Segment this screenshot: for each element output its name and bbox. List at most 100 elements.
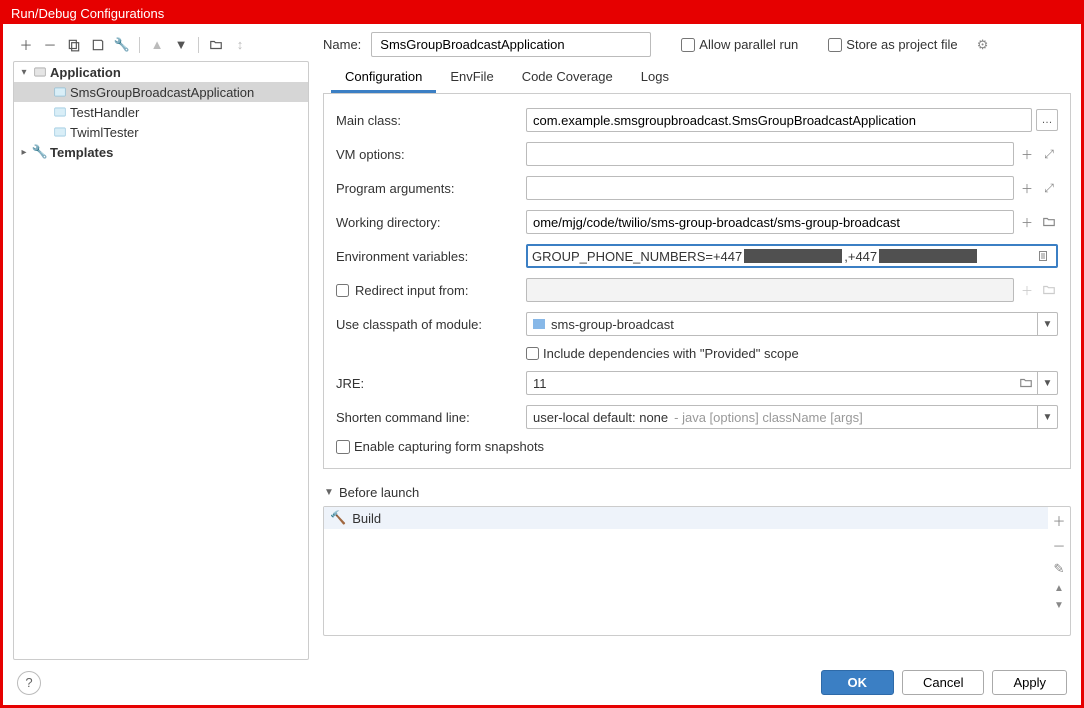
add-icon[interactable]: ＋ [1018, 145, 1036, 163]
vm-options-label: VM options: [336, 147, 516, 162]
include-deps-checkbox[interactable]: Include dependencies with "Provided" sco… [526, 346, 1058, 361]
env-vars-text2: ,+447 [844, 249, 877, 264]
shorten-label: Shorten command line: [336, 410, 516, 425]
allow-parallel-label: Allow parallel run [699, 37, 798, 52]
chevron-down-icon[interactable]: ▼ [323, 487, 335, 498]
config-name-input[interactable] [371, 32, 651, 57]
window-title: Run/Debug Configurations [3, 3, 1081, 24]
folder-icon[interactable] [1040, 213, 1058, 231]
working-dir-input[interactable] [526, 210, 1014, 234]
add-icon[interactable]: ＋ [1052, 511, 1065, 530]
folder-icon[interactable] [1017, 374, 1035, 392]
run-config-icon [52, 84, 68, 100]
add-config-icon[interactable]: ＋ [17, 36, 35, 54]
list-icon[interactable] [1034, 247, 1052, 265]
add-icon[interactable]: ＋ [1018, 179, 1036, 197]
move-up-icon[interactable]: ▲ [1054, 583, 1064, 594]
allow-parallel-checkbox[interactable]: Allow parallel run [681, 37, 798, 52]
enable-snapshots-checkbox[interactable]: Enable capturing form snapshots [336, 439, 1058, 454]
move-down-icon[interactable]: ▼ [1054, 600, 1064, 611]
tree-application-label: Application [50, 65, 121, 80]
folder-config-icon[interactable] [207, 36, 225, 54]
tab-logs[interactable]: Logs [627, 61, 683, 93]
edit-icon[interactable]: ✎ [1054, 561, 1065, 577]
tree-item-label: TwimlTester [70, 125, 139, 140]
move-down-icon[interactable]: ▼ [172, 36, 190, 54]
env-vars-input[interactable]: GROUP_PHONE_NUMBERS=+447 ,+447 [526, 244, 1058, 268]
name-label: Name: [323, 37, 361, 52]
chevron-down-icon[interactable]: ▾ [18, 67, 30, 78]
working-dir-label: Working directory: [336, 215, 516, 230]
redacted-phone-2 [879, 249, 977, 263]
chevron-right-icon[interactable]: ▸ [18, 147, 30, 158]
expand-icon[interactable]: ⤢ [1040, 145, 1058, 163]
main-class-input[interactable] [526, 108, 1032, 132]
tree-item-selected[interactable]: SmsGroupBroadcastApplication [14, 82, 308, 102]
save-config-icon[interactable] [89, 36, 107, 54]
gear-icon[interactable]: ⚙ [974, 36, 992, 54]
chevron-down-icon[interactable]: ▼ [1037, 406, 1057, 428]
move-up-icon[interactable]: ▲ [148, 36, 166, 54]
jre-dropdown[interactable]: 11 ▼ [526, 371, 1058, 395]
tree-item-label: TestHandler [70, 105, 139, 120]
before-launch-label: Before launch [339, 485, 419, 500]
shorten-value: user-local default: none [533, 410, 668, 425]
before-launch-list: 🔨 Build [324, 507, 1048, 635]
program-args-label: Program arguments: [336, 181, 516, 196]
classpath-value: sms-group-broadcast [551, 317, 674, 332]
program-args-input[interactable] [526, 176, 1014, 200]
redirect-input-checkbox[interactable]: Redirect input from: [336, 283, 516, 298]
tree-item[interactable]: TestHandler [14, 102, 308, 122]
tree-templates-label: Templates [50, 145, 113, 160]
config-tree: ▾ Application SmsGroupBroadcastApplicati… [13, 61, 309, 660]
store-as-file-checkbox[interactable]: Store as project file [828, 37, 957, 52]
classpath-label: Use classpath of module: [336, 317, 516, 332]
jre-label: JRE: [336, 376, 516, 391]
redacted-phone-1 [744, 249, 842, 263]
run-config-icon [52, 124, 68, 140]
env-vars-text1: GROUP_PHONE_NUMBERS=+447 [532, 249, 742, 264]
redirect-input-field [526, 278, 1014, 302]
apply-button[interactable]: Apply [992, 670, 1067, 695]
expand-icon[interactable]: ⤢ [1040, 179, 1058, 197]
wrench-icon[interactable]: 🔧 [113, 36, 131, 54]
tree-node-templates[interactable]: ▸ 🔧 Templates [14, 142, 308, 162]
tabs: Configuration EnvFile Code Coverage Logs [323, 61, 1071, 94]
include-deps-label: Include dependencies with "Provided" sco… [543, 346, 799, 361]
tree-item[interactable]: TwimlTester [14, 122, 308, 142]
redirect-input-label: Redirect input from: [355, 283, 468, 298]
module-icon [533, 319, 545, 329]
tab-envfile[interactable]: EnvFile [436, 61, 507, 93]
tab-configuration[interactable]: Configuration [331, 61, 436, 93]
tab-code-coverage[interactable]: Code Coverage [508, 61, 627, 93]
shorten-dropdown[interactable]: user-local default: none - java [options… [526, 405, 1058, 429]
classpath-dropdown[interactable]: sms-group-broadcast ▼ [526, 312, 1058, 336]
run-config-icon [52, 104, 68, 120]
before-launch-item[interactable]: 🔨 Build [324, 507, 1048, 529]
config-panel: Main class: … VM options: ＋ ⤢ [323, 94, 1071, 469]
chevron-down-icon[interactable]: ▼ [1037, 313, 1057, 335]
before-launch-item-label: Build [352, 511, 381, 526]
copy-config-icon[interactable] [65, 36, 83, 54]
add-icon: ＋ [1018, 281, 1036, 299]
sort-icon[interactable]: ↕ [231, 36, 249, 54]
chevron-down-icon[interactable]: ▼ [1037, 372, 1057, 394]
tree-node-application[interactable]: ▾ Application [14, 62, 308, 82]
cancel-button[interactable]: Cancel [902, 670, 984, 695]
ok-button[interactable]: OK [821, 670, 895, 695]
remove-config-icon[interactable]: － [41, 36, 59, 54]
store-as-file-label: Store as project file [846, 37, 957, 52]
before-launch-header[interactable]: ▼ Before launch [323, 483, 1071, 502]
env-vars-label: Environment variables: [336, 249, 516, 264]
vm-options-input[interactable] [526, 142, 1014, 166]
remove-icon[interactable]: － [1052, 536, 1065, 555]
help-button[interactable]: ? [17, 671, 41, 695]
add-icon[interactable]: ＋ [1018, 213, 1036, 231]
jre-value: 11 [533, 376, 547, 391]
browse-class-button[interactable]: … [1036, 109, 1058, 131]
shorten-hint: - java [options] className [args] [674, 410, 863, 425]
wrench-icon: 🔧 [32, 144, 48, 160]
enable-snapshots-label: Enable capturing form snapshots [354, 439, 544, 454]
hammer-icon: 🔨 [330, 510, 346, 526]
folder-icon [1040, 281, 1058, 299]
